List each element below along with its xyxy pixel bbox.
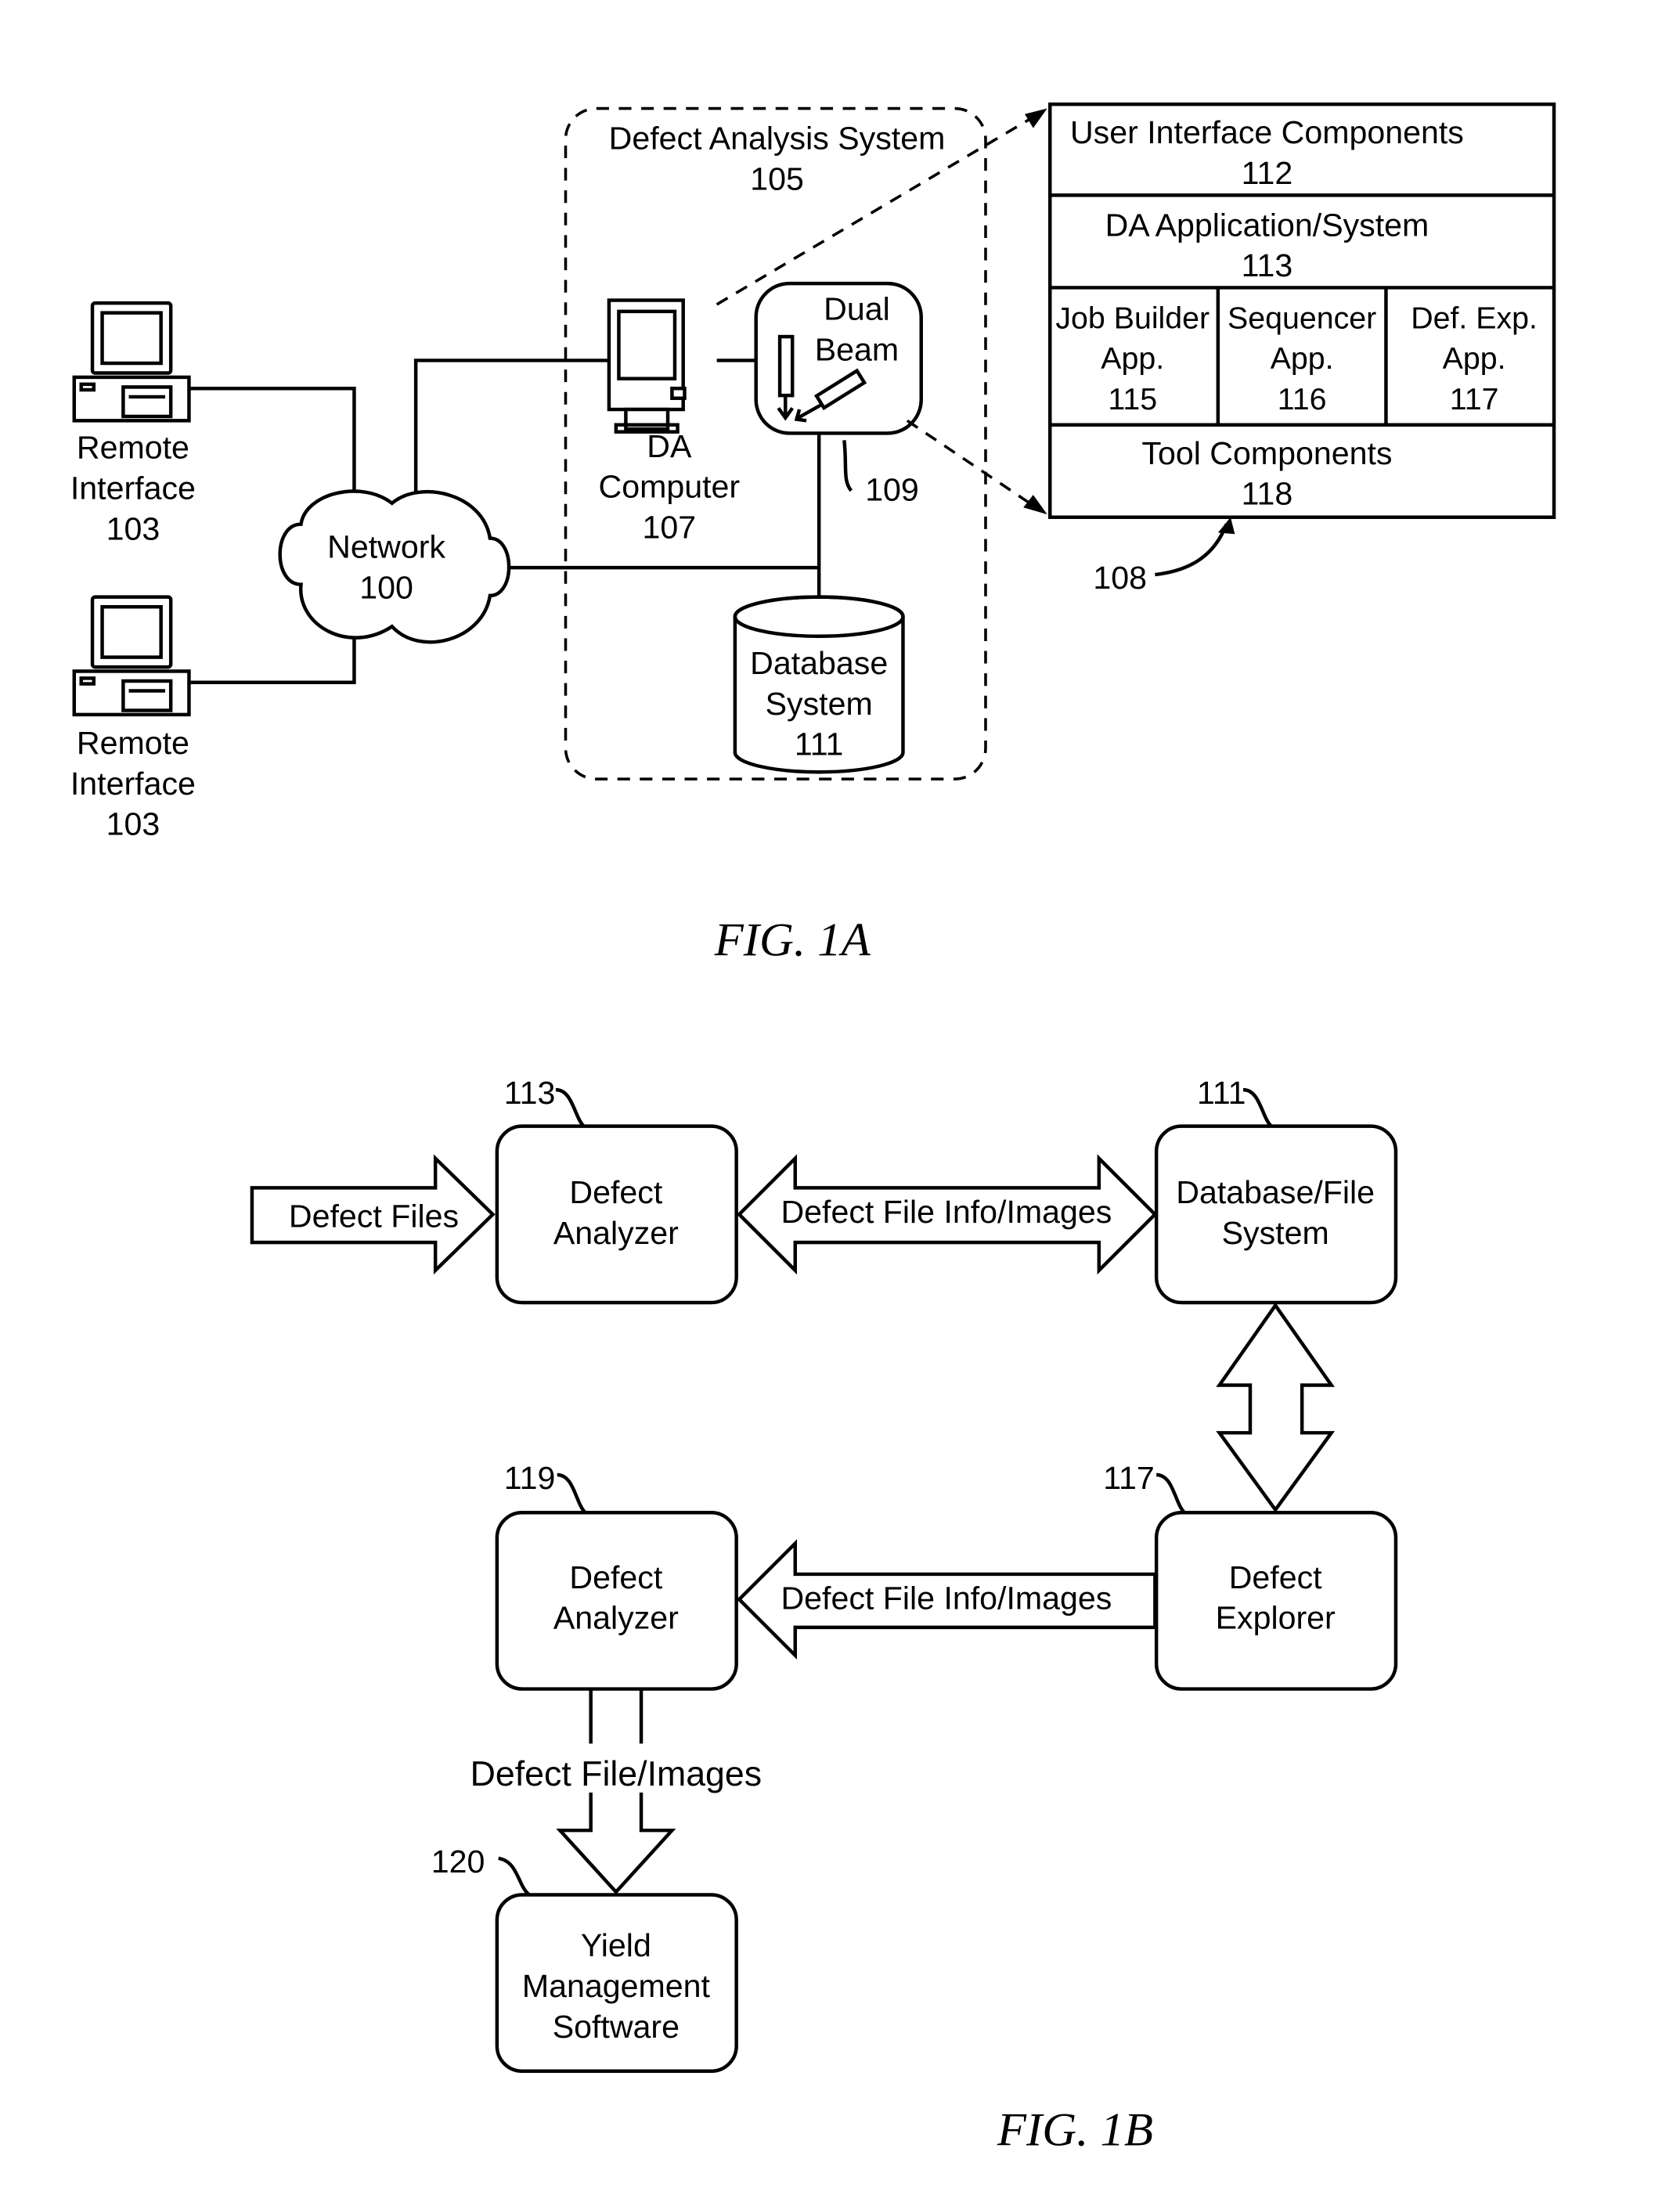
arrow-defect-files: Defect Files [250, 1154, 496, 1275]
stack-ref: 108 [1093, 560, 1147, 596]
sequencer-label: Sequencer [1228, 301, 1376, 335]
node-label-2: System [1222, 1215, 1329, 1251]
remote-interface-1-label-2: Interface [70, 470, 196, 506]
node-ref: 111 [1197, 1075, 1246, 1111]
arrow-label: Defect File Info/Images [781, 1580, 1112, 1617]
node-label: Defect [1229, 1559, 1322, 1595]
database-label-2: System [766, 686, 873, 722]
remote-interface-1-label: Remote [77, 430, 189, 466]
da-computer: DA Computer 107 [599, 298, 741, 546]
node-label-2: Analyzer [553, 1215, 679, 1251]
node-database-file-system-111: Database/File System 111 [1154, 1075, 1398, 1305]
node-label-2: Analyzer [553, 1600, 679, 1636]
da-computer-label: DA [647, 428, 692, 464]
patent-figure: Remote Interface 103 Remote Interface 10… [70, 102, 1556, 2157]
remote-interface-1-ref: 103 [106, 510, 160, 546]
node-yield-management-120: Yield Management Software 120 [431, 1844, 738, 2074]
job-builder-ref: 115 [1108, 382, 1157, 416]
tool-components-ref: 118 [1242, 476, 1293, 512]
remote-interface-1: Remote Interface 103 [70, 301, 196, 546]
node-label: Defect [569, 1174, 662, 1210]
da-computer-label-2: Computer [599, 469, 741, 505]
dual-beam-label-2: Beam [815, 331, 899, 367]
fig-1b-caption: FIG. 1B [997, 2104, 1153, 2157]
node-defect-analyzer-119: Defect Analyzer 119 [495, 1460, 738, 1691]
system-ref: 105 [750, 160, 804, 196]
database-system: Database System 111 [733, 595, 905, 774]
job-builder-label: Job Builder [1055, 301, 1210, 335]
network-ref: 100 [359, 569, 413, 605]
arrow-info-images-left: Defect File Info/Images [737, 1539, 1157, 1660]
sequencer-ref: 116 [1278, 382, 1327, 416]
node-label: Defect [569, 1559, 662, 1595]
da-application-label: DA Application/System [1105, 207, 1429, 243]
database-label: Database [750, 645, 888, 681]
ui-components-ref: 112 [1242, 155, 1293, 191]
fig-1a: Remote Interface 103 Remote Interface 10… [70, 102, 1556, 966]
sequencer-label-2: App. [1271, 341, 1334, 376]
network-cloud: Network 100 [278, 489, 511, 644]
software-stack: User Interface Components 112 DA Applica… [1048, 102, 1556, 596]
cloud-icon [278, 489, 511, 644]
database-ref: 111 [795, 726, 844, 762]
network-label: Network [327, 529, 445, 565]
da-computer-ref: 107 [643, 510, 697, 546]
remote-interface-2-ref: 103 [106, 806, 160, 842]
node-ref: 119 [504, 1460, 556, 1496]
node-defect-analyzer-113: Defect Analyzer 113 [495, 1075, 738, 1305]
node-ref: 113 [504, 1075, 556, 1111]
remote-interface-2-label-2: Interface [70, 766, 196, 802]
node-label-3: Software [553, 2009, 680, 2045]
node-ref: 117 [1103, 1460, 1155, 1496]
remote-interface-2-label: Remote [77, 725, 189, 761]
dual-beam-label: Dual [824, 291, 890, 327]
node-label-2: Explorer [1216, 1600, 1336, 1636]
arrow-label: Defect File/Images [470, 1755, 762, 1793]
computer-icon [72, 595, 191, 717]
def-exp-label: Def. Exp. [1411, 301, 1538, 335]
arrow-file-images-down: Defect File/Images [470, 1689, 762, 1895]
remote-interface-2: Remote Interface 103 [70, 595, 196, 842]
fig-1a-caption: FIG. 1A [714, 914, 871, 966]
dual-beam: Dual Beam 109 [754, 281, 923, 507]
ui-components-label: User Interface Components [1070, 114, 1464, 150]
node-label: Database/File [1176, 1174, 1375, 1210]
system-label: Defect Analysis System [609, 120, 946, 156]
tool-components-label: Tool Components [1141, 435, 1392, 471]
arrow-info-images-bidirectional: Defect File Info/Images [737, 1154, 1158, 1275]
arrow-label: Defect Files [289, 1198, 459, 1234]
job-builder-label-2: App. [1101, 341, 1164, 376]
def-exp-ref: 117 [1450, 382, 1499, 416]
arrow-label: Defect File Info/Images [781, 1194, 1112, 1230]
def-exp-label-2: App. [1443, 341, 1506, 376]
node-label-2: Management [522, 1968, 711, 2004]
computer-icon [72, 301, 191, 423]
monitor-icon [607, 298, 687, 434]
network-connections [189, 359, 821, 684]
arrow-db-explorer-bidirectional [1216, 1302, 1336, 1513]
dual-beam-ref: 109 [865, 471, 919, 507]
node-label: Yield [581, 1927, 651, 1963]
node-ref: 120 [431, 1844, 485, 1880]
da-application-ref: 113 [1242, 247, 1293, 283]
